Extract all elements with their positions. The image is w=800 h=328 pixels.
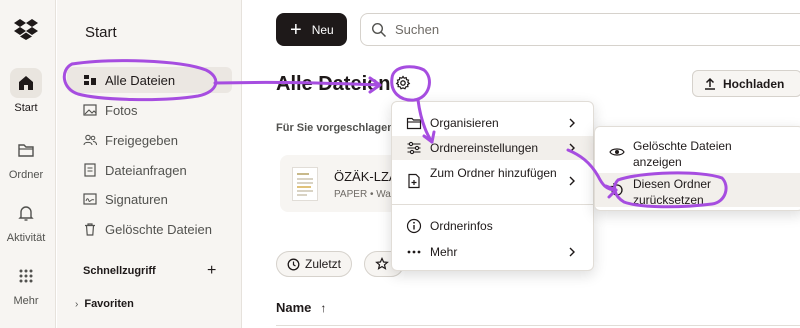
submenu-item-label-line1: Diesen Ordner [633,177,712,191]
rail-item-label: Aktivität [6,232,46,244]
suggested-heading: Für Sie vorgeschlagen [276,122,394,134]
grid-icon [10,261,42,291]
chevron-right-icon [569,247,575,257]
rail-item-label: Ordner [8,169,44,181]
gear-icon [395,75,411,90]
quick-access-heading: Schnellzugriff [83,265,156,277]
clock-icon [287,258,300,270]
file-request-icon [84,163,96,177]
reset-icon [610,183,623,196]
file-thumbnail [292,167,318,201]
submenu-item-label-line2: zurücksetzen [633,193,704,207]
menu-item-label: Ordnerinfos [430,219,493,233]
sidebar-item-label: Signaturen [105,191,168,207]
search-input[interactable]: Suchen [360,13,800,46]
folder-icon [10,135,42,165]
new-button[interactable]: + Neu [276,13,347,46]
chevron-right-icon: › [75,298,79,310]
menu-item-mehr[interactable]: Mehr [392,241,593,263]
menu-item-label: Organisieren [430,116,499,130]
sort-ascending-icon: ↑ [320,300,327,315]
submenu-item-show-deleted[interactable]: Gelöschte Dateien anzeigen [595,135,800,169]
sidebar-item-freigegeben[interactable]: Freigegeben [67,127,232,153]
new-button-label: Neu [311,22,334,37]
upload-button-label: Hochladen [723,76,785,91]
bell-icon [10,198,42,228]
favorites-label: Favoriten [84,298,134,310]
folder-context-menu: Organisieren Ordnereinstellungen Zum Ord… [391,101,594,271]
folder-settings-submenu: Gelöschte Dateien anzeigen Diesen Ordner… [594,126,800,211]
divider [276,325,800,326]
home-icon [10,68,42,98]
submenu-item-reset-folder[interactable]: Diesen Ordner zurücksetzen [595,173,800,207]
more-icon [407,250,421,254]
column-header-label: Name [276,300,312,315]
rail-item-label: Mehr [13,295,39,307]
menu-item-organisieren[interactable]: Organisieren [392,112,593,134]
people-icon [83,134,97,146]
menu-item-label: Zum Ordner hinzufügen [430,166,557,180]
menu-item-zum-ordner-hinzufuegen[interactable]: Zum Ordner hinzufügen [392,163,593,199]
eye-icon [609,148,625,156]
plus-icon: + [290,18,302,41]
upload-icon [705,77,715,90]
menu-item-ordnerinfos[interactable]: Ordnerinfos [392,215,593,237]
sidebar-item-alle-dateien[interactable]: Alle Dateien [67,67,232,93]
filter-chip-label: Zuletzt [305,257,342,271]
rail-item-mehr[interactable]: Mehr [0,261,52,307]
sidebar-item-fotos[interactable]: Fotos [67,97,232,123]
add-to-folder-icon [408,173,420,189]
rail-item-start[interactable]: Start [0,68,52,114]
menu-divider [392,204,593,205]
sidebar-item-label: Alle Dateien [105,72,176,88]
trash-icon [85,223,95,236]
sidebar-item-dateianfragen[interactable]: Dateianfragen [67,157,232,183]
favorites-toggle[interactable]: › Favoriten [75,298,134,310]
folder-settings-button[interactable] [391,71,415,95]
column-header-name[interactable]: Name ↑ [276,300,326,315]
sidebar-item-label: Freigegeben [105,132,178,148]
upload-button[interactable]: Hochladen [692,70,800,97]
sidebar-item-label: Gelöschte Dateien [105,221,212,237]
sliders-icon [407,141,421,155]
submenu-item-label-line1: Gelöschte Dateien [633,139,732,153]
submenu-item-label-line2: anzeigen [633,155,682,169]
sidebar-title: Start [85,24,117,41]
star-icon [375,257,389,270]
sidebar-item-label: Fotos [105,102,138,118]
sidebar-item-label: Dateianfragen [105,162,187,178]
search-icon [371,22,387,37]
menu-item-label: Ordnereinstellungen [430,141,539,155]
chevron-right-icon [569,118,575,128]
rail-item-aktivitaet[interactable]: Aktivität [0,198,52,244]
sidebar-item-signaturen[interactable]: Signaturen [67,186,232,212]
files-icon [84,75,96,85]
left-rail: Start Ordner Aktivität Mehr [0,0,56,328]
file-meta: PAPER • Wa [334,189,391,200]
filter-chip-recent[interactable]: Zuletzt [276,251,353,277]
page-title: Alle Dateien [276,73,391,95]
menu-item-label: Mehr [430,245,458,259]
search-placeholder: Suchen [395,22,440,37]
chevron-right-icon [569,176,575,186]
quick-access-add-button[interactable]: + [207,262,216,280]
sidebar: Start Alle Dateien Fotos Freigegeben Dat… [57,0,242,328]
chevron-right-icon [569,143,575,153]
image-icon [83,104,97,116]
info-icon [406,218,422,234]
rail-item-ordner[interactable]: Ordner [0,135,52,181]
signature-icon [83,193,97,205]
folder-icon [406,117,422,130]
dropbox-logo-icon[interactable] [13,18,39,40]
menu-item-ordnereinstellungen[interactable]: Ordnereinstellungen [392,136,593,160]
rail-item-label: Start [14,102,38,114]
sidebar-item-geloeschte-dateien[interactable]: Gelöschte Dateien [67,216,232,242]
file-name: ÖZÄK-LZÄ [334,169,398,184]
